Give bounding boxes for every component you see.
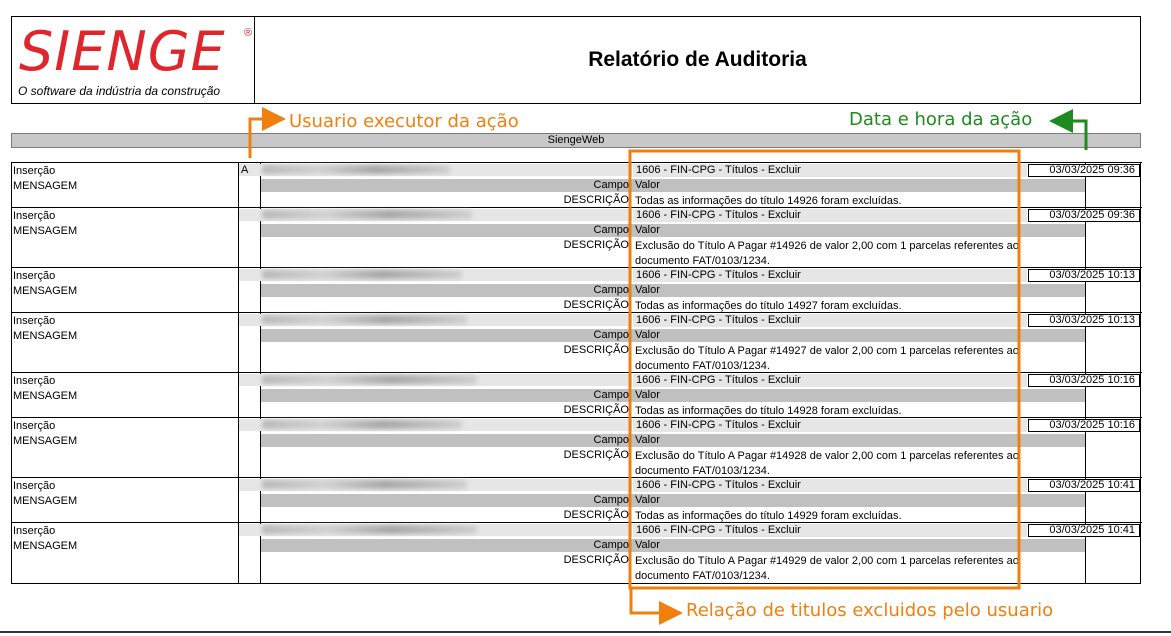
sienge-logo: SIENGE ® O software da indústria da cons… [12, 17, 255, 103]
descricao-label: DESCRIÇÃO [563, 194, 629, 206]
record-operation: Inserção [13, 270, 56, 282]
audit-record: Inserção MENSAGEM 1606 - FIN-CPG - Títulos… [12, 477, 1142, 522]
record-datetime: 03/03/2025 10:41 [1028, 524, 1140, 537]
audit-record: Inserção MENSAGEM 1606 - FIN-CPG - Títulos… [12, 417, 1142, 477]
blurred-username [262, 165, 450, 174]
blurred-username [262, 525, 477, 534]
record-action: 1606 - FIN-CPG - Títulos - Excluir [633, 209, 1027, 222]
record-datetime: 03/03/2025 10:41 [1028, 479, 1140, 492]
blurred-username [262, 210, 472, 219]
blurred-username [262, 420, 462, 429]
record-datetime: 03/03/2025 09:36 [1028, 164, 1140, 177]
record-type: MENSAGEM [13, 180, 78, 192]
blurred-username [262, 270, 462, 279]
record-datetime: 03/03/2025 09:36 [1028, 209, 1140, 222]
page-bottom-rule [0, 631, 1171, 633]
valor-label: Valor [635, 389, 660, 401]
audit-record: Inserção MENSAGEM 1606 - FIN-CPG - Títulos… [12, 372, 1142, 417]
record-action: 1606 - FIN-CPG - Títulos - Excluir [633, 164, 1027, 177]
audit-record: Inserção MENSAGEM 1606 - FIN-CPG - Títulos… [12, 312, 1142, 372]
audit-record: Inserção MENSAGEM 1606 - FIN-CPG - Títulos… [12, 207, 1142, 267]
logo-wordmark: SIENGE [19, 20, 226, 83]
record-separator [12, 312, 1142, 313]
record-separator [12, 372, 1142, 373]
descricao-label: DESCRIÇÃO [563, 509, 629, 521]
descricao-label: DESCRIÇÃO [563, 404, 629, 416]
campo-label: Campo [593, 224, 629, 236]
record-separator [12, 267, 1142, 268]
blurred-username [262, 480, 467, 489]
record-datetime: 03/03/2025 10:16 [1028, 374, 1140, 387]
campo-label: Campo [593, 434, 629, 446]
audit-records-table: Inserção MENSAGEM A 1606 - FIN-CPG - Título… [11, 162, 1142, 584]
descricao-label: DESCRIÇÃO [563, 239, 629, 251]
record-datetime: 03/03/2025 10:16 [1028, 419, 1140, 432]
descricao-label: DESCRIÇÃO [563, 449, 629, 461]
campo-label: Campo [593, 539, 629, 551]
record-action: 1606 - FIN-CPG - Títulos - Excluir [633, 479, 1027, 492]
report-title: Relatório de Auditoria [588, 48, 807, 71]
campo-label: Campo [593, 389, 629, 401]
record-operation: Inserção [13, 420, 56, 432]
user-initial: A [241, 164, 249, 176]
audit-record: Inserção MENSAGEM 1606 - FIN-CPG - Títulos… [12, 522, 1142, 582]
valor-label: Valor [635, 434, 660, 446]
valor-label: Valor [635, 179, 660, 191]
logo-registered-mark: ® [244, 27, 253, 39]
report-header: SIENGE ® O software da indústria da cons… [11, 16, 1141, 104]
valor-label: Valor [635, 224, 660, 236]
record-type: MENSAGEM [13, 495, 78, 507]
record-separator [12, 417, 1142, 418]
annotation-user-label: Usuario executor da ação [289, 111, 519, 132]
record-type: MENSAGEM [13, 390, 78, 402]
annotation-titles-label: Relação de titulos excluidos pelo usuari… [686, 600, 1054, 621]
source-bar: SiengeWeb [11, 133, 1141, 148]
record-datetime: 03/03/2025 10:13 [1028, 269, 1140, 282]
record-separator [12, 477, 1142, 478]
record-separator [12, 522, 1142, 523]
record-operation: Inserção [13, 210, 56, 222]
blurred-username [262, 375, 477, 384]
title-cell: Relatório de Auditoria [255, 17, 1140, 103]
record-separator [12, 162, 1142, 163]
record-description: Exclusão do Título A Pagar #14928 de val… [635, 450, 1019, 477]
logo-tagline: O software da indústria da construção [18, 84, 221, 98]
record-action: 1606 - FIN-CPG - Títulos - Excluir [633, 419, 1027, 432]
audit-record: Inserção MENSAGEM 1606 - FIN-CPG - Títulos… [12, 267, 1142, 312]
descricao-label: DESCRIÇÃO [563, 554, 629, 566]
record-type: MENSAGEM [13, 285, 78, 297]
campo-label: Campo [593, 329, 629, 341]
campo-label: Campo [593, 284, 629, 296]
blurred-username [262, 315, 467, 324]
valor-label: Valor [635, 539, 660, 551]
record-description: Exclusão do Título A Pagar #14927 de val… [635, 345, 1019, 372]
record-action: 1606 - FIN-CPG - Títulos - Excluir [633, 314, 1027, 327]
titles-arrow [629, 588, 683, 625]
record-type: MENSAGEM [13, 540, 78, 552]
campo-label: Campo [593, 494, 629, 506]
descricao-label: DESCRIÇÃO [563, 299, 629, 311]
annotation-datetime-label: Data e hora da ação [849, 109, 1033, 130]
record-action: 1606 - FIN-CPG - Títulos - Excluir [633, 269, 1027, 282]
record-operation: Inserção [13, 525, 56, 537]
record-operation: Inserção [13, 480, 56, 492]
record-description: Exclusão do Título A Pagar #14926 de val… [635, 240, 1019, 267]
valor-label: Valor [635, 329, 660, 341]
record-description: Exclusão do Título A Pagar #14929 de val… [635, 555, 1019, 582]
record-operation: Inserção [13, 375, 56, 387]
campo-label: Campo [593, 179, 629, 191]
valor-label: Valor [635, 494, 660, 506]
record-separator [12, 207, 1142, 208]
record-action: 1606 - FIN-CPG - Títulos - Excluir [633, 374, 1027, 387]
record-type: MENSAGEM [13, 225, 78, 237]
valor-label: Valor [635, 284, 660, 296]
descricao-label: DESCRIÇÃO [563, 344, 629, 356]
record-type: MENSAGEM [13, 435, 78, 447]
audit-record: Inserção MENSAGEM A 1606 - FIN-CPG - Título… [12, 162, 1142, 207]
record-operation: Inserção [13, 315, 56, 327]
record-action: 1606 - FIN-CPG - Títulos - Excluir [633, 524, 1027, 537]
record-datetime: 03/03/2025 10:13 [1028, 314, 1140, 327]
record-type: MENSAGEM [13, 330, 78, 342]
record-operation: Inserção [13, 165, 56, 177]
